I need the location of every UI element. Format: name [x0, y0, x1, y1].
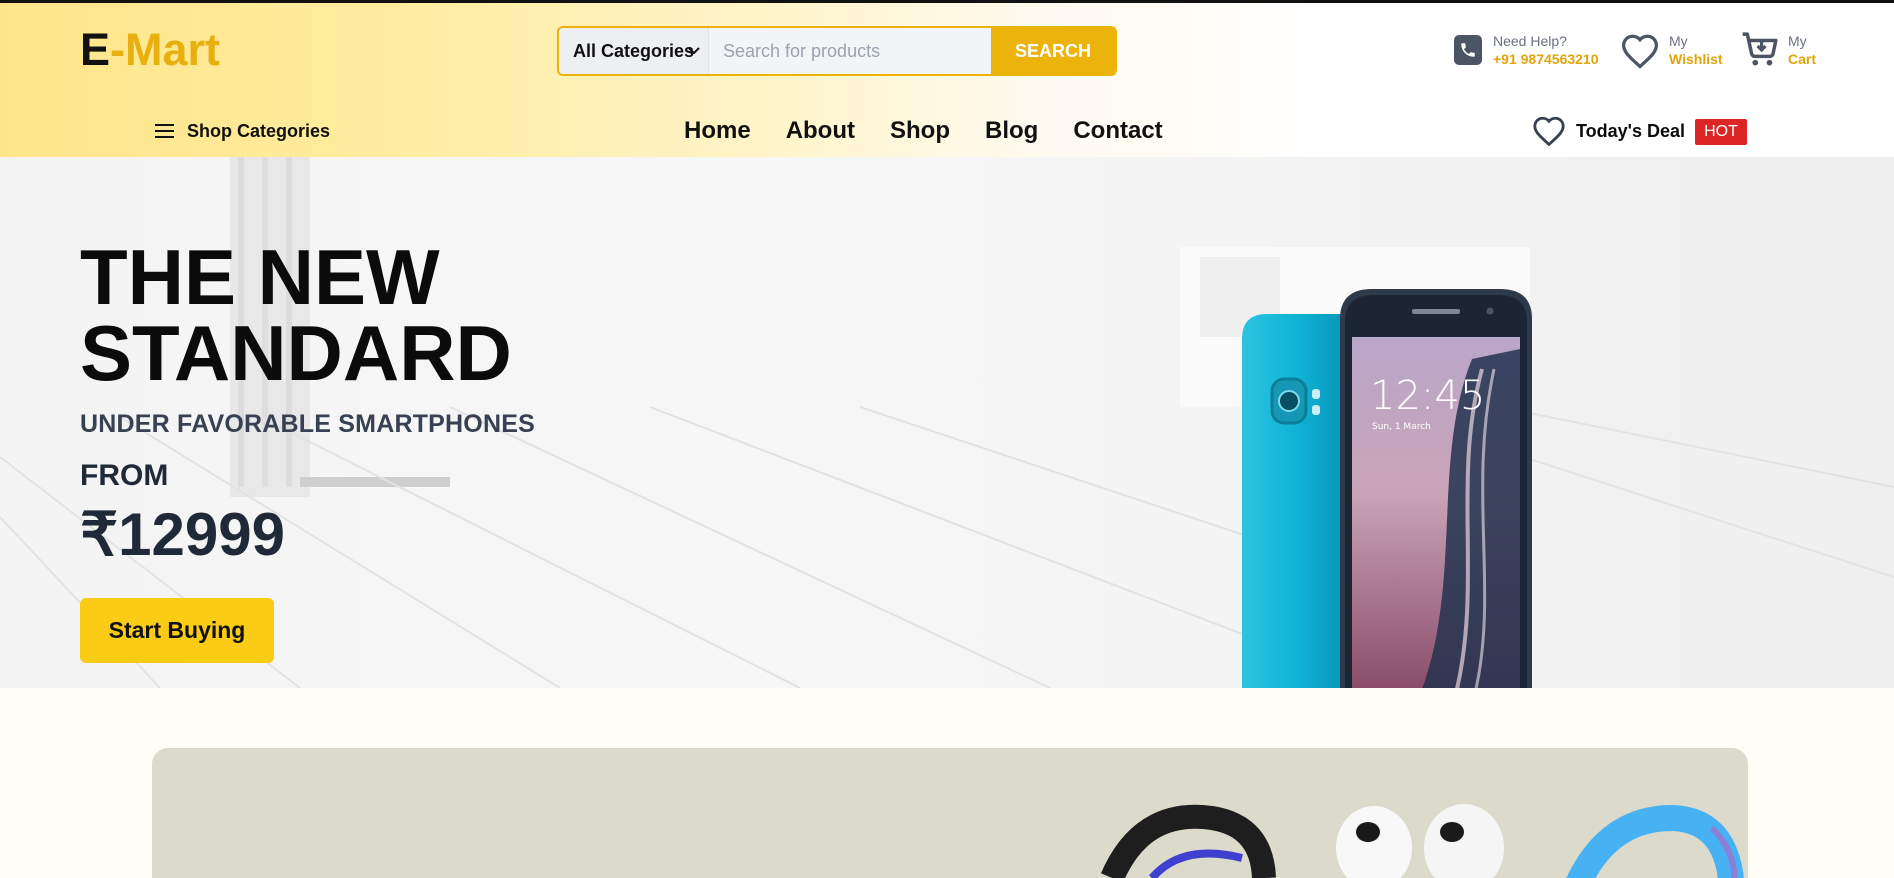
hero-headline: THE NEW STANDARD	[80, 233, 680, 397]
hot-badge: HOT	[1695, 119, 1747, 145]
hero-headline-line2: STANDARD	[80, 309, 512, 397]
logo-letter: E	[80, 24, 111, 75]
hero-subheading: UNDER FAVORABLE SMARTPHONES	[80, 410, 535, 438]
todays-deal-label: Today's Deal	[1576, 121, 1685, 141]
todays-deal-link[interactable]: Today's Deal HOT	[1532, 113, 1752, 149]
start-buying-button[interactable]: Start Buying	[80, 598, 274, 663]
main-nav: Home About Shop Blog Contact	[684, 113, 1198, 149]
wishlist-label: Wishlist	[1669, 51, 1723, 67]
hero-from-label: FROM	[80, 459, 169, 492]
shop-categories-button[interactable]: Shop Categories	[155, 116, 330, 146]
nav-shop[interactable]: Shop	[890, 113, 950, 149]
cart-title: My	[1788, 33, 1807, 49]
help-phone: +91 9874563210	[1493, 51, 1599, 67]
hero-banner: THE NEW STANDARD UNDER FAVORABLE SMARTPH…	[0, 157, 1894, 688]
phone-icon	[1454, 35, 1482, 65]
logo-text: -Mart	[110, 24, 221, 75]
cart-link[interactable]: My Cart	[1740, 31, 1850, 71]
cart-icon	[1740, 31, 1780, 74]
hero-headline-line1: THE NEW	[80, 233, 440, 321]
menu-icon	[155, 124, 174, 138]
shop-categories-label: Shop Categories	[187, 121, 331, 141]
help-contact[interactable]: Need Help? +91 9874563210	[1454, 33, 1614, 73]
nav-blog[interactable]: Blog	[985, 113, 1038, 149]
help-title: Need Help?	[1493, 33, 1567, 49]
category-select-value: All Categories	[573, 41, 695, 61]
audio-products-image	[1100, 804, 1744, 878]
hero-price: ₹12999	[80, 501, 286, 568]
wishlist-link[interactable]: My Wishlist	[1620, 33, 1730, 73]
nav-about[interactable]: About	[786, 113, 855, 149]
site-header: E-Mart All Categories SEARCH Need Help? …	[0, 3, 1894, 157]
nav-home[interactable]: Home	[684, 113, 751, 149]
search-input[interactable]	[709, 28, 1001, 74]
nav-contact[interactable]: Contact	[1073, 113, 1162, 149]
cart-label: Cart	[1788, 51, 1817, 67]
wishlist-title: My	[1669, 33, 1688, 49]
phone-clock: 12:45	[1370, 373, 1485, 419]
promo-banner	[152, 748, 1748, 878]
category-select[interactable]: All Categories	[559, 28, 709, 74]
logo[interactable]: E-Mart	[80, 25, 220, 75]
smartphone-image: 12:45 Sun, 1 March	[1242, 289, 1532, 688]
search-button[interactable]: SEARCH	[991, 28, 1115, 74]
chevron-down-icon	[688, 28, 700, 74]
heart-icon	[1620, 33, 1660, 74]
search-bar: All Categories SEARCH	[557, 26, 1117, 76]
main-nav-row: Shop Categories Home About Shop Blog Con…	[0, 113, 1894, 149]
heart-icon	[1532, 115, 1566, 152]
phone-date: Sun, 1 March	[1372, 422, 1431, 432]
